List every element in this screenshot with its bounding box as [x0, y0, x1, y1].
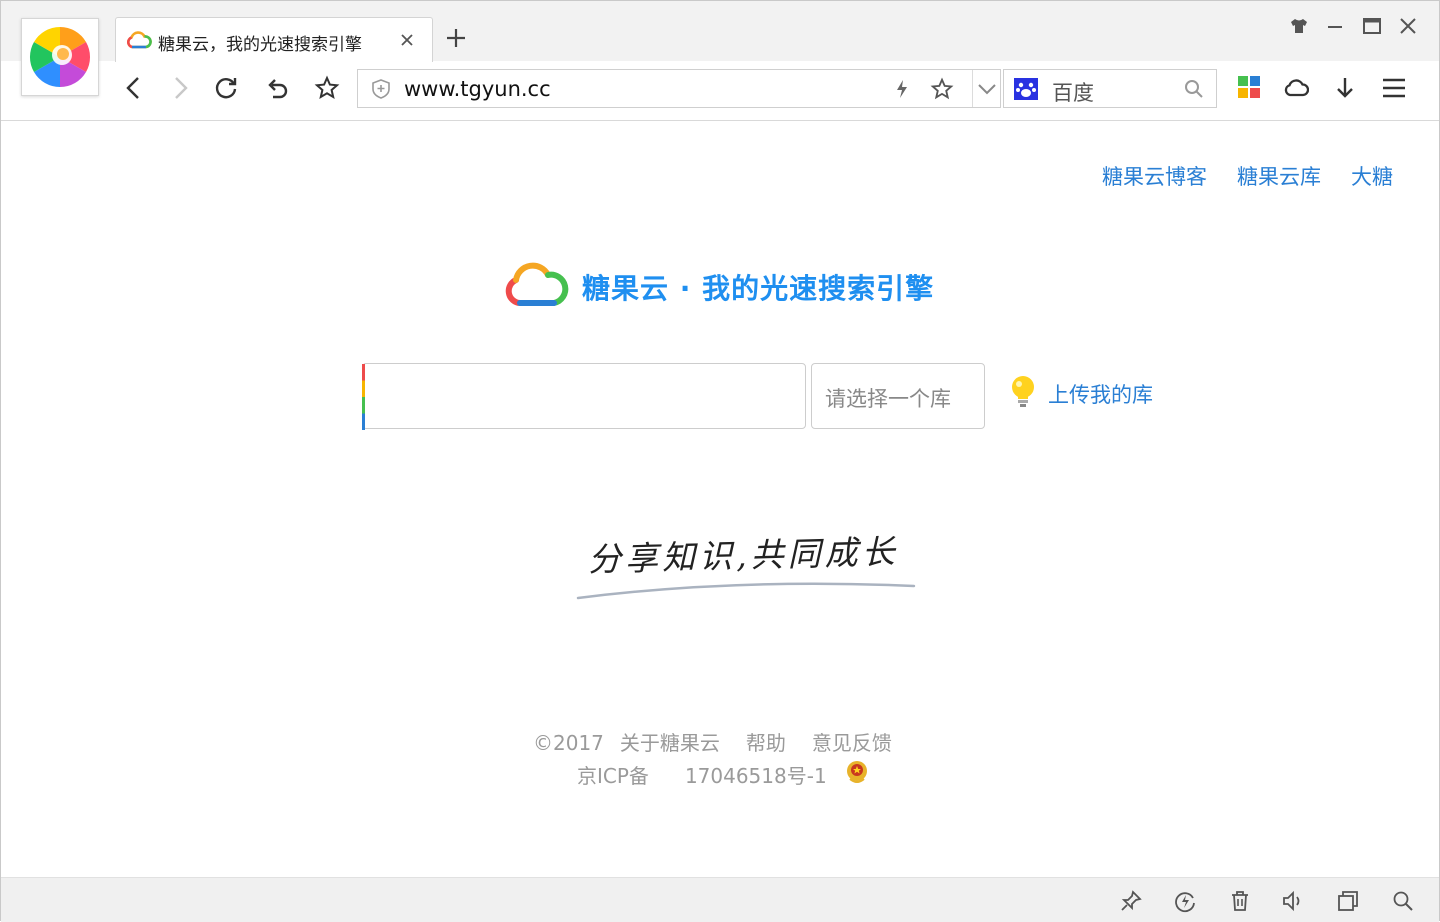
rainbow-cloud-logo-icon [502, 261, 570, 313]
reload-icon[interactable] [213, 75, 239, 101]
chevron-down-icon[interactable] [976, 79, 998, 103]
footer-links: ©2017 关于糖果云 帮助 意见反馈 [533, 727, 918, 756]
cloud-favicon-icon [126, 30, 152, 54]
favorite-star-icon[interactable] [314, 75, 340, 101]
navigation-toolbar: www.tgyun.cc 百度 [1, 61, 1439, 121]
icp-number[interactable]: 17046518号-1 [685, 760, 827, 789]
address-divider [972, 70, 973, 107]
apps-grid-icon[interactable] [1237, 75, 1263, 101]
new-tab-icon[interactable] [445, 27, 467, 49]
police-badge-icon[interactable] [845, 759, 869, 790]
top-nav-links: 糖果云博客 糖果云库 大糖 [1102, 161, 1393, 191]
shirt-icon[interactable] [1288, 15, 1310, 37]
minimize-icon[interactable] [1324, 15, 1346, 37]
footer-feedback-link[interactable]: 意见反馈 [812, 731, 892, 755]
title-bar: 糖果云，我的光速搜索引擎 [1, 1, 1439, 62]
brand-header: 糖果云 · 我的光速搜索引擎 [502, 261, 934, 313]
tab-close-icon[interactable] [398, 31, 416, 49]
shield-icon[interactable] [370, 78, 392, 104]
bookmark-star-icon[interactable] [930, 77, 954, 105]
upload-link-label[interactable]: 上传我的库 [1048, 379, 1153, 409]
back-icon[interactable] [121, 75, 147, 101]
tab-active[interactable]: 糖果云，我的光速搜索引擎 [115, 17, 433, 62]
address-bar[interactable]: www.tgyun.cc [357, 69, 1001, 108]
footer-help-link[interactable]: 帮助 [746, 731, 786, 755]
baidu-paw-icon[interactable] [1014, 78, 1038, 104]
cloud-icon[interactable] [1283, 75, 1310, 101]
sound-icon[interactable] [1281, 889, 1305, 913]
footer-about-link[interactable]: 关于糖果云 [620, 731, 720, 755]
link-datang[interactable]: 大糖 [1351, 161, 1393, 191]
undo-icon[interactable] [264, 75, 290, 101]
download-icon[interactable] [1332, 75, 1358, 101]
lightning-icon[interactable] [892, 79, 912, 103]
speedup-icon[interactable] [1173, 889, 1197, 913]
brand-title: 糖果云 · 我的光速搜索引擎 [582, 272, 935, 305]
maximize-icon[interactable] [1361, 15, 1383, 37]
footer-icp: 京ICP备 17046518号-1 [577, 759, 869, 790]
url-text[interactable]: www.tgyun.cc [404, 77, 551, 101]
menu-icon[interactable] [1381, 75, 1407, 101]
status-bar [1, 877, 1439, 922]
tab-title: 糖果云，我的光速搜索引擎 [158, 35, 362, 55]
zoom-icon[interactable] [1391, 889, 1415, 913]
trash-icon[interactable] [1228, 889, 1252, 913]
library-select[interactable]: 请选择一个库 [811, 363, 985, 429]
window-icon[interactable] [1336, 889, 1360, 913]
lightbulb-icon [1010, 375, 1036, 413]
search-engine-box[interactable]: 百度 [1003, 69, 1217, 108]
page-content: 糖果云博客 糖果云库 大糖 糖果云 · 我的光速搜索引擎 请选择一个库 上传我的… [2, 121, 1439, 877]
pin-icon[interactable] [1119, 889, 1143, 913]
input-color-bar [362, 364, 365, 430]
link-library[interactable]: 糖果云库 [1237, 161, 1321, 191]
search-icon[interactable] [1184, 79, 1204, 103]
search-engine-label[interactable]: 百度 [1052, 77, 1094, 107]
slogan: 分享知识,共同成长 [587, 531, 900, 580]
link-blog[interactable]: 糖果云博客 [1102, 161, 1207, 191]
forward-icon[interactable] [167, 75, 193, 101]
search-input[interactable] [362, 363, 806, 430]
icp-label: 京ICP备 [577, 764, 649, 788]
footer-copyright: ©2017 [533, 731, 604, 755]
library-select-placeholder: 请选择一个库 [825, 387, 951, 411]
browser-window: 糖果云，我的光速搜索引擎 www.tgyun.cc 百度 糖果云博客 糖果云库 … [0, 0, 1440, 922]
slogan-underline [576, 576, 916, 610]
close-icon[interactable] [1397, 15, 1419, 37]
browser-logo-icon[interactable] [21, 18, 99, 96]
upload-library-link[interactable]: 上传我的库 [1010, 375, 1153, 413]
